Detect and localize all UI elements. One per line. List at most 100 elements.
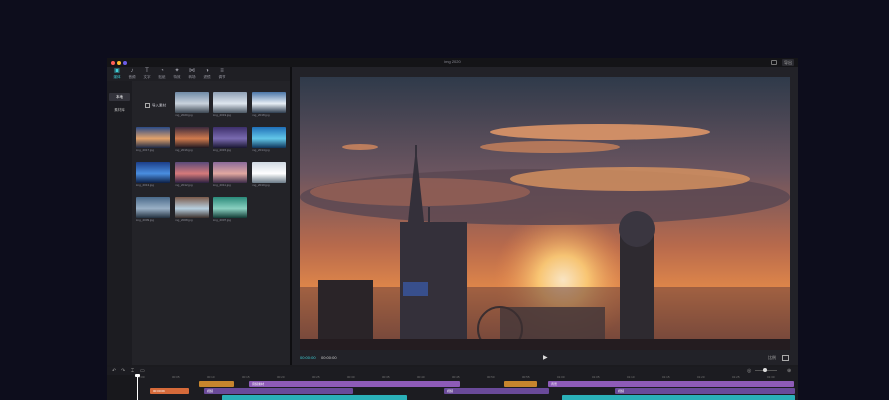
media-thumbnail[interactable]: img_2007.jpg (213, 197, 247, 222)
ruler-tick: 01:05 (592, 375, 600, 379)
tab-media[interactable]: ▣ 媒体 (110, 68, 124, 80)
ruler-tick: 00:55 (522, 375, 530, 379)
thumbnail-image (174, 197, 209, 218)
timeline-clip[interactable] (562, 395, 795, 400)
thumbnail-caption: img_2009.jpg (136, 218, 155, 222)
timeline-clip[interactable] (504, 381, 537, 387)
thumbnail-caption: img_2015.jpg (213, 148, 232, 152)
text-icon: T (145, 68, 149, 74)
timeline-clip[interactable]: 视频 (615, 388, 795, 394)
thumbnail-caption: img_2014.jpg (251, 148, 270, 152)
media-thumbnail[interactable]: img_2017.jpg (136, 127, 170, 152)
media-thumbnail[interactable]: img_2010.jpg (251, 162, 286, 187)
import-filter[interactable]: 导入素材 (145, 103, 166, 108)
media-thumbnail[interactable]: img_2013.jpg (136, 162, 170, 187)
thumbnail-image (174, 127, 209, 148)
playhead-handle[interactable] (135, 374, 140, 377)
timeline-clip[interactable] (222, 395, 407, 400)
media-thumbnail[interactable]: img_2020.jpg (174, 92, 209, 117)
thumbnail-caption: img_2008.jpg (174, 218, 193, 222)
sidebar-item[interactable]: 素材库 (109, 106, 130, 114)
redo-icon[interactable]: ↷ (121, 368, 125, 374)
timeline-clip[interactable]: 背景 (548, 381, 794, 387)
tab-label: 贴纸 (158, 75, 166, 79)
media-thumbnail[interactable]: img_2015.jpg (213, 127, 247, 152)
tab-filter[interactable]: ◑ 滤镜 (200, 68, 214, 80)
zoom-slider-handle[interactable] (763, 368, 767, 372)
ruler-tick: 00:30 (347, 375, 355, 379)
magnet-icon[interactable]: ◎ (747, 368, 751, 374)
thumbnail-caption: img_2013.jpg (136, 183, 155, 187)
media-thumbnail[interactable]: img_2018.jpg (251, 92, 286, 117)
adjust-icon: ≡ (220, 68, 224, 74)
preview-panel: 00:00:00 00:00:00 ▶ 比例 (292, 67, 798, 365)
timeline-clip[interactable] (199, 381, 234, 387)
ruler-tick: 00:15 (242, 375, 250, 379)
ruler-tick: 01:20 (697, 375, 705, 379)
thumbnail-image (251, 92, 286, 113)
track-headers (107, 375, 137, 400)
thumbnail-caption: img_2012.jpg (174, 183, 193, 187)
timeline-clip[interactable]: 视频 (204, 388, 353, 394)
media-source-sidebar: 本地 素材库 (107, 81, 132, 365)
thumbnail-caption: img_2020.jpg (174, 113, 193, 117)
fit-icon[interactable]: ⊕ (787, 368, 791, 374)
media-thumbnail[interactable]: img_2014.jpg (251, 127, 286, 152)
tab-label: 文字 (143, 75, 151, 79)
tab-label: 特效 (173, 75, 181, 79)
media-thumbnail[interactable]: img_2008.jpg (174, 197, 209, 222)
tab-effects[interactable]: ✦ 特效 (170, 68, 184, 80)
current-time: 00:00:00 (300, 355, 316, 360)
tab-text[interactable]: T 文字 (140, 68, 154, 80)
ruler-tick: 00:05 (172, 375, 180, 379)
player-controls: 00:00:00 00:00:00 ▶ 比例 (292, 350, 798, 365)
tab-label: 媒体 (113, 75, 121, 79)
tab-sticker[interactable]: ◔ 贴纸 (155, 68, 169, 80)
thumbnail-image (136, 162, 170, 183)
media-thumbnail[interactable]: img_2009.jpg (136, 197, 170, 222)
import-label: 导入素材 (152, 103, 166, 108)
media-thumbnail[interactable]: img_2012.jpg (174, 162, 209, 187)
thumbnail-caption: img_2010.jpg (251, 183, 270, 187)
tab-label: 滤镜 (203, 75, 211, 79)
ruler-tick: 00:20 (277, 375, 285, 379)
checkbox[interactable] (145, 103, 150, 108)
play-icon[interactable]: ▶ (543, 354, 548, 361)
undo-icon[interactable]: ↶ (112, 368, 116, 374)
tab-label: 调节 (218, 75, 226, 79)
sticker-icon: ◔ (160, 68, 164, 74)
playhead[interactable] (137, 375, 138, 400)
timeline-clip[interactable]: 00:00:09 (150, 388, 189, 394)
export-button[interactable]: 导出 (782, 59, 794, 66)
timeline-clip[interactable]: 音频素材 (249, 381, 460, 387)
media-thumbnail[interactable]: img_2019.jpg (213, 92, 247, 117)
sidebar-item[interactable]: 本地 (109, 93, 130, 101)
tab-audio[interactable]: ♪ 音频 (125, 68, 139, 80)
video-preview[interactable] (300, 77, 790, 350)
delete-icon[interactable]: ▭ (140, 368, 145, 374)
fullscreen-icon[interactable] (782, 355, 789, 361)
filter-icon: ◑ (205, 68, 209, 74)
split-icon[interactable]: ⌶ (131, 368, 134, 374)
tab-label: 转场 (188, 75, 196, 79)
tab-transition[interactable]: ⋈ 转场 (185, 68, 199, 80)
ruler-tick: 01:25 (732, 375, 740, 379)
thumbnail-image (251, 127, 286, 148)
settings-icon[interactable] (771, 60, 777, 65)
tab-adjust[interactable]: ≡ 调节 (215, 68, 229, 80)
timeline-clip[interactable]: 视频 (444, 388, 549, 394)
timeline-panel: ↶ ↷ ⌶ ▭ ◎ ⊕ 00:00 00:05 00:10 00:15 00:20 00:… (107, 367, 798, 400)
thumbnail-image (213, 127, 247, 148)
media-thumbnail[interactable]: img_2016.jpg (174, 127, 209, 152)
media-icon: ▣ (114, 68, 120, 74)
thumbnail-caption: img_2017.jpg (136, 148, 155, 152)
thumbnail-caption: img_2018.jpg (251, 113, 270, 117)
ruler-tick: 00:10 (207, 375, 215, 379)
ratio-button[interactable]: 比例 (768, 355, 776, 361)
thumbnail-image (251, 162, 286, 183)
transition-icon: ⋈ (189, 68, 195, 74)
media-thumbnail[interactable]: img_2011.jpg (213, 162, 247, 187)
ruler-tick: 01:30 (767, 375, 775, 379)
ruler-tick: 01:15 (662, 375, 670, 379)
thumbnail-image (213, 197, 247, 218)
